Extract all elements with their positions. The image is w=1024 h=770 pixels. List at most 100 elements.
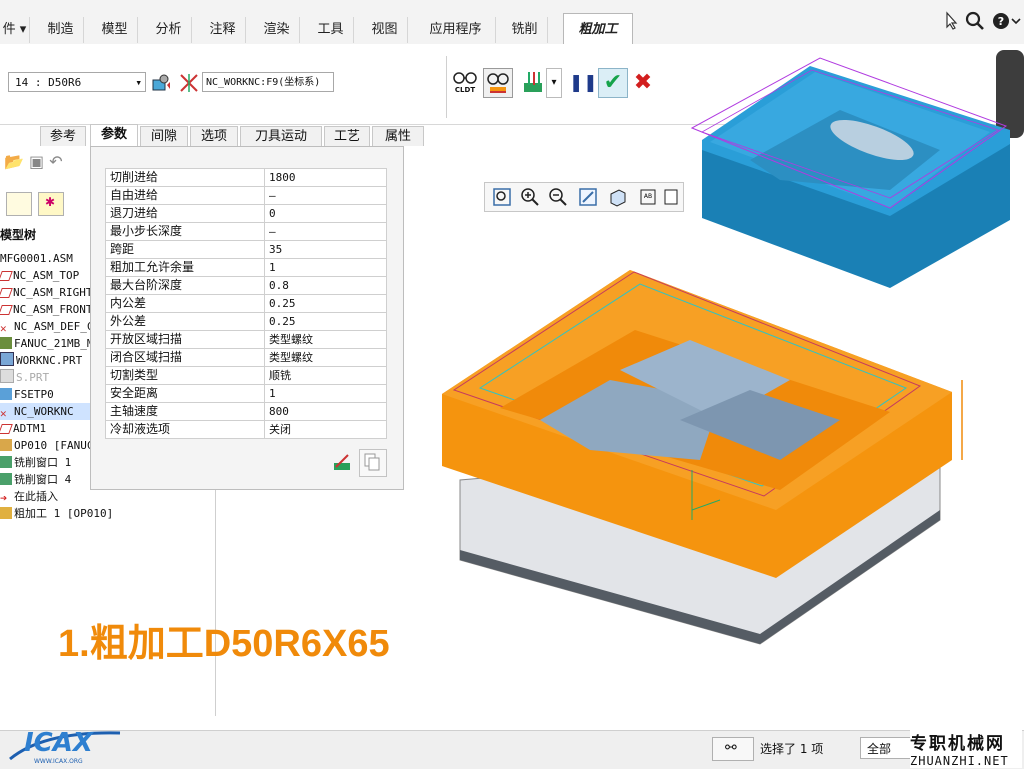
parameter-row[interactable]: 切割类型 顺铣 — [105, 366, 387, 385]
help-icon[interactable]: ? — [990, 10, 1012, 32]
tab-clearance[interactable]: 间隙 — [140, 126, 188, 146]
parameter-value[interactable]: 类型螺纹 — [264, 330, 387, 349]
parameter-value[interactable]: 0.8 — [264, 276, 387, 295]
coordinate-system-field[interactable]: NC_WORKNC:F9(坐标系) — [202, 72, 334, 92]
tree-item-label: S.PRT — [16, 371, 50, 384]
search-icon[interactable] — [964, 10, 986, 32]
parameter-name: 安全距离 — [105, 384, 265, 403]
tree-item[interactable]: MFG0001.ASM — [0, 250, 92, 267]
csys-icon: ✕ — [0, 322, 7, 335]
tab-properties[interactable]: 属性 — [372, 126, 424, 146]
tab-parameters[interactable]: 参数 — [90, 124, 138, 147]
parameter-value[interactable]: 0.25 — [264, 294, 387, 313]
parameter-value[interactable]: – — [264, 222, 387, 241]
tab-render[interactable]: 渲染 — [254, 17, 300, 43]
tree-item[interactable]: 粗加工 1 [OP010] — [0, 505, 210, 522]
parameter-value[interactable]: 1 — [264, 258, 387, 277]
tree-item-label: NC_ASM_RIGHT — [13, 286, 92, 299]
tree-item[interactable]: S.PRT — [0, 369, 92, 386]
tab-references[interactable]: 参考 — [40, 126, 86, 146]
parameter-row[interactable]: 外公差 0.25 — [105, 312, 387, 331]
help-pointer-icon[interactable] — [940, 10, 962, 32]
parameters-panel: 切削进给 1800 自由进给 – 退刀进给 0 最小步长深度 – 跨距 35 粗加工允许余量 1 最大台… — [90, 146, 404, 490]
tree-item[interactable]: NC_ASM_TOP — [0, 267, 92, 284]
find-button[interactable]: ⚯ — [712, 737, 754, 761]
tab-file[interactable]: 件 ▾ — [0, 17, 30, 43]
parameter-value[interactable]: 1800 — [264, 168, 387, 187]
tree-item-label: WORKNC.PRT — [16, 354, 83, 367]
parameter-row[interactable]: 跨距 35 — [105, 240, 387, 259]
parameter-name: 最小步长深度 — [105, 222, 265, 241]
tree-item[interactable]: ✕ NC_ASM_DEF_C — [0, 318, 92, 335]
parameter-value[interactable]: 类型螺纹 — [264, 348, 387, 367]
tree-item[interactable]: NC_ASM_RIGHT — [0, 284, 92, 301]
edit-parameters-icon — [334, 454, 350, 470]
rough-milling-icon — [0, 507, 12, 519]
tree-item[interactable]: FANUC_21MB_M — [0, 335, 92, 352]
copy-parameters-button[interactable] — [359, 449, 387, 477]
favorites-tab-icon[interactable]: ✱ — [38, 192, 64, 216]
parameter-value[interactable]: 关闭 — [264, 420, 387, 439]
parameter-value[interactable]: 1 — [264, 384, 387, 403]
parameter-row[interactable]: 闭合区域扫描 类型螺纹 — [105, 348, 387, 367]
tab-file-label: 件 — [2, 22, 16, 37]
csys-icon[interactable] — [178, 72, 200, 94]
part-icon — [0, 369, 14, 383]
tab-view[interactable]: 视图 — [362, 17, 408, 43]
parameter-value[interactable]: 0 — [264, 204, 387, 223]
chevron-down-icon[interactable] — [1010, 10, 1022, 32]
tree-item[interactable]: OP010 [FANUC — [0, 437, 92, 454]
parameter-value[interactable]: 0.25 — [264, 312, 387, 331]
parameter-name: 退刀进给 — [105, 204, 265, 223]
model-tree-title: 模型树 — [0, 228, 37, 242]
tab-tool-motion[interactable]: 刀具运动 — [240, 126, 322, 146]
parameter-row[interactable]: 切削进给 1800 — [105, 168, 387, 187]
tree-item[interactable]: 铣削窗口 4 — [0, 471, 92, 488]
tree-item-label: MFG0001.ASM — [0, 252, 73, 265]
parameter-row[interactable]: 冷却液选项 关闭 — [105, 420, 387, 439]
tree-item[interactable]: ADTM1 — [0, 420, 92, 437]
icax-logo: ICAX WWW.ICAX.ORG — [4, 715, 124, 767]
tab-annotate[interactable]: 注释 — [200, 17, 246, 43]
tree-item-selected[interactable]: ✕ NC_WORKNC — [0, 403, 92, 420]
tree-item-label: FANUC_21MB_M — [14, 337, 92, 350]
undo-icon[interactable]: ↶ — [49, 152, 62, 171]
layers-tab-icon[interactable] — [6, 192, 32, 216]
tab-manufacture[interactable]: 制造 — [38, 17, 84, 43]
tree-item-label: NC_WORKNC — [14, 405, 74, 418]
tab-options[interactable]: 选项 — [190, 126, 238, 146]
tab-process[interactable]: 工艺 — [324, 126, 370, 146]
tree-item[interactable]: 铣削窗口 1 — [0, 454, 92, 471]
tab-analysis[interactable]: 分析 — [146, 17, 192, 43]
svg-text:ICAX: ICAX — [24, 728, 95, 758]
parameter-row[interactable]: 退刀进给 0 — [105, 204, 387, 223]
tab-model[interactable]: 模型 — [92, 17, 138, 43]
tab-tools[interactable]: 工具 — [308, 17, 354, 43]
copy-icon — [364, 453, 380, 471]
tree-item-label: OP010 [FANUC — [14, 439, 92, 452]
parameter-row[interactable]: 自由进给 – — [105, 186, 387, 205]
parameter-value[interactable]: – — [264, 186, 387, 205]
parameter-value[interactable]: 800 — [264, 402, 387, 421]
tree-item[interactable]: NC_ASM_FRONT — [0, 301, 92, 318]
parameter-row[interactable]: 最小步长深度 – — [105, 222, 387, 241]
svg-text:WWW.ICAX.ORG: WWW.ICAX.ORG — [34, 758, 83, 765]
parameter-row[interactable]: 粗加工允许余量 1 — [105, 258, 387, 277]
parameter-row[interactable]: 最大台阶深度 0.8 — [105, 276, 387, 295]
tree-item[interactable]: ➔ 在此插入 — [0, 488, 92, 505]
open-icon[interactable]: 📂 — [4, 152, 24, 171]
tool-manager-icon[interactable] — [150, 72, 172, 94]
parameter-row[interactable]: 内公差 0.25 — [105, 294, 387, 313]
tree-item[interactable]: WORKNC.PRT — [0, 352, 92, 369]
tree-item[interactable]: FSETP0 — [0, 386, 92, 403]
graphics-viewport[interactable] — [420, 40, 1024, 690]
parameter-value[interactable]: 顺铣 — [264, 366, 387, 385]
operation-icon — [0, 439, 12, 451]
tool-select[interactable]: 14 : D50R6 ▾ — [8, 72, 146, 92]
parameter-value[interactable]: 35 — [264, 240, 387, 259]
parameter-row[interactable]: 主轴速度 800 — [105, 402, 387, 421]
edit-parameters-button[interactable] — [331, 451, 353, 473]
parameter-row[interactable]: 安全距离 1 — [105, 384, 387, 403]
parameter-row[interactable]: 开放区域扫描 类型螺纹 — [105, 330, 387, 349]
save-icon[interactable]: ▣ — [29, 152, 44, 171]
